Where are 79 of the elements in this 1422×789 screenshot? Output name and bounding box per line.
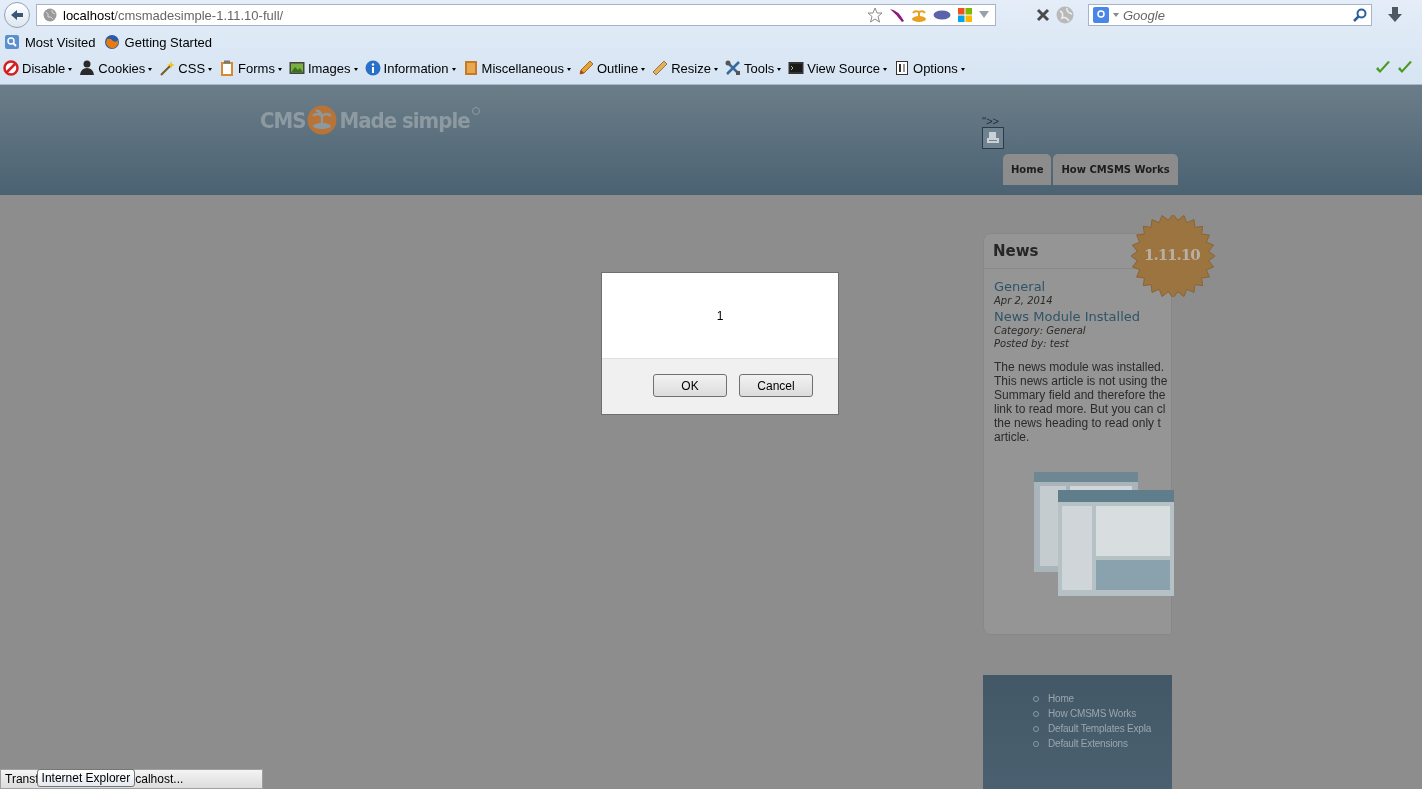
toolbar-menu[interactable]: Cookies xyxy=(79,60,153,76)
dropdown-arrow-icon[interactable] xyxy=(1113,13,1119,17)
bookmark-link[interactable]: Most Visited xyxy=(4,34,96,50)
caret-icon xyxy=(566,67,571,71)
book-icon xyxy=(462,60,479,76)
nav-tab[interactable]: Home xyxy=(1003,154,1052,185)
picture-frame-icon xyxy=(288,60,305,76)
article-text: article. xyxy=(994,430,1031,444)
status-text: calhost... xyxy=(135,772,184,786)
printer-icon xyxy=(987,132,999,144)
caret-icon xyxy=(883,67,888,71)
article-text: link to read more. But you can cl xyxy=(994,402,1167,416)
caret-icon xyxy=(148,67,153,71)
dropdown-arrow-icon[interactable] xyxy=(979,11,989,19)
starburst-badge-icon xyxy=(1129,215,1217,297)
info-icon xyxy=(364,60,381,76)
caret-icon xyxy=(777,67,782,71)
article-text: the news heading to read only t xyxy=(994,416,1162,430)
search-field[interactable]: Google xyxy=(1088,4,1372,26)
article-text: Summary field and therefore the xyxy=(994,388,1167,402)
caret-icon xyxy=(641,67,646,71)
star-icon[interactable] xyxy=(867,7,883,23)
toolbar-menu[interactable]: Forms xyxy=(219,60,282,76)
document-icon xyxy=(894,60,911,76)
windows-logo-icon[interactable] xyxy=(957,7,973,23)
back-button[interactable] xyxy=(4,2,30,28)
firefox-logo-icon xyxy=(103,34,120,50)
caret-icon xyxy=(208,67,213,71)
dialog-button[interactable]: Cancel xyxy=(739,374,813,397)
tools-icon xyxy=(724,60,741,76)
toolbar-menu[interactable]: Tools xyxy=(724,60,782,76)
ruler-icon xyxy=(652,60,669,76)
download-icon[interactable] xyxy=(1388,7,1402,23)
caret-icon xyxy=(353,67,358,71)
toolbar-menu[interactable]: View Source xyxy=(788,60,888,76)
toolbar-menu[interactable]: Resize xyxy=(652,60,718,76)
tooltip: Internet Explorer xyxy=(36,769,136,787)
search-icon[interactable] xyxy=(1353,8,1367,22)
checkmark-icon xyxy=(1397,61,1413,75)
url-text: localhost/cmsmadesimple-1.11.10-full/ xyxy=(63,7,285,23)
caret-icon xyxy=(277,67,282,71)
close-icon[interactable] xyxy=(1036,8,1050,22)
person-icon xyxy=(79,60,96,76)
google-icon[interactable] xyxy=(1093,7,1109,23)
toolbar-menu[interactable]: CSS xyxy=(159,60,213,76)
address-field[interactable]: localhost/cmsmadesimple-1.11.10-full/ xyxy=(36,4,996,26)
article-meta: Posted by: test xyxy=(994,337,1070,350)
caret-icon xyxy=(713,67,718,71)
feather-icon[interactable] xyxy=(889,7,905,23)
bookmark-link[interactable]: Getting Started xyxy=(103,34,213,50)
toolbar-menu[interactable]: Outline xyxy=(577,60,646,76)
toolbar-menu[interactable]: Images xyxy=(288,60,358,76)
wand-icon xyxy=(159,60,176,76)
no-entry-icon xyxy=(3,60,19,76)
terminal-icon xyxy=(788,60,805,76)
pencil-icon xyxy=(577,60,594,76)
article-meta: Category: General xyxy=(994,324,1087,337)
dialog-button[interactable]: OK xyxy=(653,374,727,397)
caret-icon xyxy=(68,67,73,71)
article-text: This news article is not using the xyxy=(994,374,1169,388)
caret-icon xyxy=(451,67,456,71)
toolbar-menu[interactable]: Disable xyxy=(3,60,73,76)
dialog-message: 1 xyxy=(715,307,725,325)
caret-icon xyxy=(960,67,965,71)
checkmark-icon xyxy=(1375,61,1391,75)
back-arrow-icon xyxy=(10,9,24,21)
toolbar-menu[interactable]: Information xyxy=(364,60,456,76)
island-logo-icon xyxy=(307,105,338,135)
toolbar-menu[interactable]: Options xyxy=(894,60,965,76)
article-text: The news module was installed. xyxy=(994,360,1166,374)
stray-text: ''>> xyxy=(982,115,1000,127)
print-button[interactable] xyxy=(982,127,1004,149)
globe-icon xyxy=(43,8,57,22)
nav-tab[interactable]: How CMSMS Works xyxy=(1053,154,1178,185)
toolbar-menu[interactable]: Miscellaneous xyxy=(462,60,571,76)
bookmarks-list-icon xyxy=(4,34,20,50)
clipboard-icon xyxy=(219,60,236,76)
status-text: Transf xyxy=(5,772,39,786)
news-date: Apr 2, 2014 xyxy=(994,294,1054,307)
